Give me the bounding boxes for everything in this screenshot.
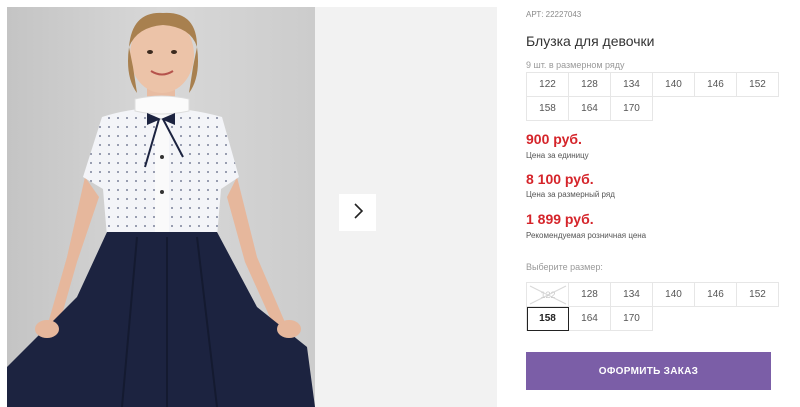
size-option-140[interactable]: 140 [653,283,695,307]
product-photo [7,7,315,407]
pack-info: 9 шт. в размерном ряду [526,60,625,70]
size-row-cell: 122 [527,73,569,97]
size-row-cell: 146 [695,73,737,97]
size-row-cell: 164 [569,97,611,121]
size-selector: 122 128 134 140 146 152 158 164 170 [526,282,779,331]
size-option-128[interactable]: 128 [569,283,611,307]
size-row-cell: 152 [737,73,779,97]
size-option-158[interactable]: 158 [527,307,569,331]
size-row-cell: 140 [653,73,695,97]
size-option-146[interactable]: 146 [695,283,737,307]
size-row-cell: 134 [611,73,653,97]
gallery-next-button[interactable] [339,194,376,231]
unit-price-label: Цена за единицу [526,151,589,160]
product-gallery [0,0,497,407]
size-option-122: 122 [527,283,569,307]
retail-price: 1 899 руб. [526,211,594,227]
unit-price: 900 руб. [526,131,582,147]
row-price-label: Цена за размерный ряд [526,190,615,199]
size-option-170[interactable]: 170 [611,307,653,331]
size-row-cell: 128 [569,73,611,97]
product-title: Блузка для девочки [526,33,655,49]
size-row-table: 122 128 134 140 146 152 158 164 170 [526,72,779,121]
size-row-cell: 170 [611,97,653,121]
size-option-152[interactable]: 152 [737,283,779,307]
size-option-164[interactable]: 164 [569,307,611,331]
size-option-122-crossed: 122 [529,285,566,304]
choose-size-label: Выберите размер: [526,262,603,272]
product-article: АРТ: 22227043 [526,10,582,19]
size-option-122-label: 122 [540,290,555,300]
size-row-cell: 158 [527,97,569,121]
size-option-134[interactable]: 134 [611,283,653,307]
chevron-right-icon [351,201,365,224]
order-button[interactable]: ОФОРМИТЬ ЗАКАЗ [526,352,771,390]
retail-price-label: Рекомендуемая розничная цена [526,231,647,240]
row-price: 8 100 руб. [526,171,594,187]
